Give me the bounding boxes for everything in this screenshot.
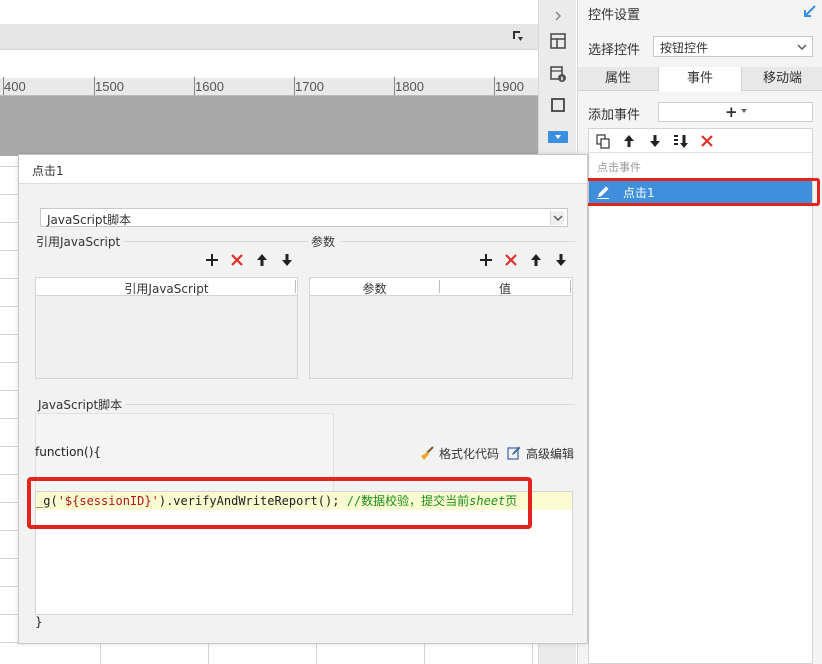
move-down-icon[interactable] xyxy=(553,252,569,268)
params-table: 参数 值 xyxy=(309,277,573,379)
move-down-icon[interactable] xyxy=(279,252,295,268)
ref-js-label: 引用JavaScript xyxy=(36,235,121,249)
ruler-label: 1700 xyxy=(295,79,324,94)
function-signature: function(){ xyxy=(35,445,102,459)
script-label: JavaScript脚本 xyxy=(38,398,123,412)
expand-arrow-icon[interactable] xyxy=(547,5,569,27)
canvas-background xyxy=(0,96,538,156)
move-down-icon[interactable] xyxy=(647,133,663,149)
delete-icon[interactable] xyxy=(503,252,519,268)
tab-properties[interactable]: 属性 xyxy=(578,67,658,91)
ruler-label: 1600 xyxy=(195,79,224,94)
add-icon[interactable] xyxy=(204,252,220,268)
ruler-label: 1500 xyxy=(95,79,124,94)
ruler-label: 1900 xyxy=(495,79,524,94)
format-code-button[interactable]: 格式化代码 xyxy=(419,445,499,461)
add-event-button[interactable]: + xyxy=(658,102,813,122)
ruler-label: 1800 xyxy=(395,79,424,94)
collapse-arrow-icon[interactable] xyxy=(803,4,817,18)
dialog-title: 点击1 xyxy=(32,164,64,178)
ruler-label: 400 xyxy=(4,79,26,94)
plus-icon: + xyxy=(725,103,738,121)
cell-info-icon[interactable] xyxy=(547,63,569,85)
event-list: 点击事件 点击1 xyxy=(588,128,813,664)
widget-settings-icon[interactable] xyxy=(547,126,569,148)
panel-header: 控件设置 xyxy=(578,0,822,24)
move-up-icon[interactable] xyxy=(621,133,637,149)
widget-select-value: 按钮控件 xyxy=(660,41,709,55)
add-event-label: 添加事件 xyxy=(588,108,641,123)
designer-toolbar xyxy=(0,24,538,50)
widget-settings-panel: 控件设置 选择控件 按钮控件 属性 事件 移动端 添加事件 + 点击事件 点击1 xyxy=(577,0,822,664)
broom-icon xyxy=(421,446,434,460)
delete-icon[interactable] xyxy=(229,252,245,268)
cell-attributes-icon[interactable] xyxy=(547,30,569,52)
edit-icon xyxy=(507,446,521,460)
select-widget-label: 选择控件 xyxy=(588,43,641,58)
move-to-bottom-icon[interactable] xyxy=(673,133,689,149)
delete-icon[interactable] xyxy=(699,133,715,149)
border-icon[interactable] xyxy=(547,94,569,116)
advanced-edit-label: 高级编辑 xyxy=(526,446,575,461)
widget-select[interactable]: 按钮控件 xyxy=(653,36,813,57)
chevron-down-icon xyxy=(550,211,564,225)
format-code-label: 格式化代码 xyxy=(439,446,500,461)
event-group-label: 点击事件 xyxy=(597,161,641,174)
move-up-icon[interactable] xyxy=(528,252,544,268)
copy-icon[interactable] xyxy=(595,133,611,149)
filter-dropdown-icon[interactable] xyxy=(512,30,524,42)
ref-js-table: 引用JavaScript xyxy=(35,277,298,379)
tab-events[interactable]: 事件 xyxy=(658,67,742,92)
dialog-header: 点击1 xyxy=(19,155,587,184)
highlight-box-event-item xyxy=(567,178,820,206)
chevron-down-icon xyxy=(797,44,807,51)
param-column-header: 参数 xyxy=(362,282,387,296)
event-edit-dialog: 点击1 JavaScript脚本 引用JavaScript 引用JavaScri… xyxy=(18,154,588,644)
panel-title: 控件设置 xyxy=(588,8,641,23)
params-label: 参数 xyxy=(311,235,336,249)
highlight-box-code xyxy=(27,477,532,529)
settings-tabs: 属性 事件 移动端 xyxy=(578,67,822,92)
event-toolbar xyxy=(589,129,812,153)
move-up-icon[interactable] xyxy=(254,252,270,268)
ref-js-column-header: 引用JavaScript xyxy=(124,282,209,296)
value-column-header: 值 xyxy=(498,282,511,296)
caret-down-icon xyxy=(741,109,747,113)
function-close-brace: } xyxy=(35,615,43,629)
event-type-select[interactable]: JavaScript脚本 xyxy=(40,208,568,227)
advanced-edit-button[interactable]: 高级编辑 xyxy=(506,445,574,461)
horizontal-ruler: 400 1500 1600 1700 1800 1900 xyxy=(0,77,538,96)
event-type-value: JavaScript脚本 xyxy=(47,213,132,227)
designer-top-strip xyxy=(0,0,538,24)
add-icon[interactable] xyxy=(478,252,494,268)
tab-mobile[interactable]: 移动端 xyxy=(742,67,822,91)
